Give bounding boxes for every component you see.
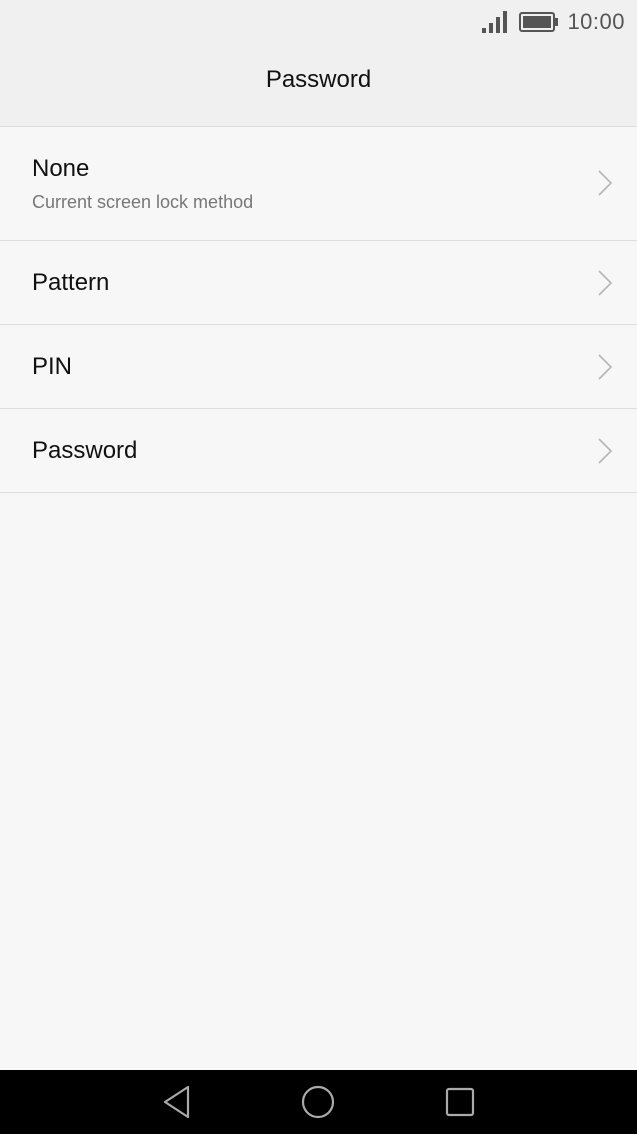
option-title: PIN [32,353,73,380]
option-pin[interactable]: PIN [0,325,637,409]
option-title: Password [32,437,138,464]
recents-square-icon[interactable] [442,1084,478,1120]
option-none[interactable]: None Current screen lock method [0,127,637,241]
option-title: Pattern [32,269,110,296]
chevron-right-icon [598,170,613,196]
lock-method-list: None Current screen lock method Pattern … [0,127,637,493]
option-subtitle: Current screen lock method [32,192,254,212]
option-pattern[interactable]: Pattern [0,241,637,325]
chevron-right-icon [598,354,613,380]
app-bar: Password [0,44,637,127]
option-password[interactable]: Password [0,409,637,493]
signal-icon [482,11,508,33]
status-indicators: 10:00 [481,8,625,36]
navigation-bar [0,1070,637,1134]
status-bar: 10:00 [0,0,637,44]
back-triangle-icon[interactable] [160,1084,196,1120]
status-time: 10:00 [567,9,625,34]
screen: 10:00 Password None Current screen lock … [0,0,637,1134]
battery-icon [519,12,559,32]
option-title: None [32,155,90,182]
chevron-right-icon [598,270,613,296]
home-circle-icon[interactable] [300,1084,336,1120]
chevron-right-icon [598,438,613,464]
page-title: Password [265,66,372,93]
